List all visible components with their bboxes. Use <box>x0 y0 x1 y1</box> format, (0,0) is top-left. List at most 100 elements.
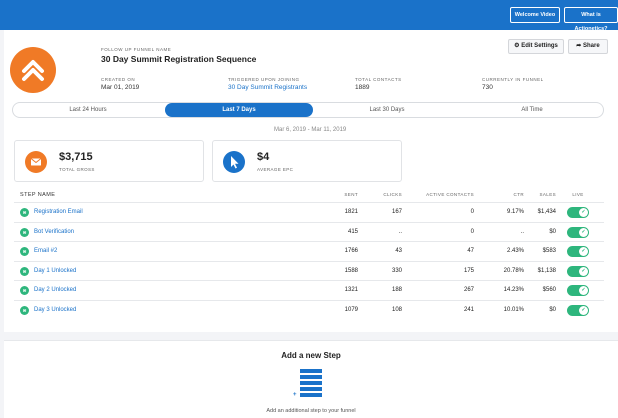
check-icon: ✓ <box>579 305 588 315</box>
check-icon: ✓ <box>579 266 588 276</box>
step-link[interactable]: Day 1 Unlocked <box>34 262 76 281</box>
created-on-value: Mar 01, 2019 <box>101 84 140 91</box>
sales-cell: $1,434 <box>537 209 556 215</box>
envelope-icon <box>25 151 47 173</box>
table-row[interactable]: ✉ Day 2 Unlocked 1321 188 267 14.23% $56… <box>14 280 604 300</box>
clicks-cell: 108 <box>391 306 402 313</box>
edit-settings-button[interactable]: ⚙ Edit Settings <box>508 39 564 54</box>
table-row[interactable]: ✉ Registration Email 1821 167 0 9.17% $1… <box>14 202 604 222</box>
email-step-icon: ✉ <box>20 208 29 217</box>
svg-text:+: + <box>293 392 297 398</box>
active-contacts-cell: 0 <box>470 209 474 215</box>
check-icon: ✓ <box>579 247 588 256</box>
header-step-name: STEP NAME <box>20 192 56 198</box>
ctr-cell: .. <box>520 228 524 235</box>
table-row[interactable]: ✉ Day 1 Unlocked 1588 330 175 20.78% $1,… <box>14 260 604 281</box>
ctr-cell: 20.78% <box>503 267 524 274</box>
active-contacts-cell: 0 <box>470 228 474 235</box>
average-epc-card: $4 AVERAGE EPC <box>212 140 402 182</box>
header-sent: SENT <box>344 192 358 197</box>
date-range-text: Mar 6, 2019 - Mar 11, 2019 <box>274 127 347 133</box>
email-step-icon: ✉ <box>20 247 29 256</box>
live-toggle[interactable]: ✓ <box>567 285 589 296</box>
step-link[interactable]: Day 3 Unlocked <box>34 301 76 320</box>
gear-icon: ⚙ <box>514 43 520 49</box>
welcome-video-button[interactable]: Welcome Video <box>510 7 560 23</box>
sales-cell: $560 <box>542 287 556 293</box>
clicks-cell: 43 <box>395 248 402 254</box>
email-step-icon: ✉ <box>20 266 29 276</box>
average-epc-label: AVERAGE EPC <box>257 167 294 172</box>
total-gross-value: $3,715 <box>59 151 93 163</box>
clicks-cell: 188 <box>391 287 402 293</box>
add-step-subtitle: Add an additional step to your funnel <box>266 408 356 414</box>
email-step-icon: ✉ <box>20 305 29 315</box>
table-row[interactable]: ✉ Day 3 Unlocked 1079 108 241 10.01% $0 … <box>14 299 604 320</box>
sales-cell: $0 <box>549 228 556 235</box>
sales-cell: $1,138 <box>537 267 556 274</box>
tab-last-7-days[interactable]: Last 7 Days <box>165 103 313 117</box>
active-contacts-cell: 47 <box>467 248 474 254</box>
total-contacts-value: 1889 <box>355 84 370 91</box>
live-toggle[interactable]: ✓ <box>567 246 589 257</box>
header-active-contacts: ACTIVE CONTACTS <box>426 192 474 197</box>
date-range-tabs: Last 24 Hours Last 7 Days Last 30 Days A… <box>12 102 604 118</box>
header-live: LIVE <box>572 192 584 197</box>
sales-cell: $0 <box>549 306 556 313</box>
what-is-actionetics-button[interactable]: What is Actionetics? <box>564 7 618 32</box>
sent-cell: 1079 <box>344 306 358 313</box>
check-icon: ✓ <box>579 227 588 237</box>
live-toggle[interactable]: ✓ <box>567 265 589 277</box>
active-contacts-cell: 175 <box>463 267 474 274</box>
step-link[interactable]: Email #2 <box>34 242 57 261</box>
sent-cell: 1321 <box>344 287 358 293</box>
live-toggle[interactable]: ✓ <box>567 207 589 218</box>
ctr-cell: 14.23% <box>503 287 524 293</box>
step-link[interactable]: Registration Email <box>34 203 83 222</box>
table-row[interactable]: ✉ Bot Verification 415 .. 0 .. $0 ✓ <box>14 221 604 242</box>
total-contacts-label: TOTAL CONTACTS <box>355 77 402 82</box>
step-link[interactable]: Day 2 Unlocked <box>34 281 76 300</box>
header-sales: SALES <box>539 192 556 197</box>
sent-cell: 1821 <box>344 209 358 215</box>
add-step-stack-icon[interactable]: + <box>292 367 328 406</box>
sent-cell: 415 <box>347 228 358 235</box>
tab-last-24-hours[interactable]: Last 24 Hours <box>13 103 163 117</box>
check-icon: ✓ <box>579 286 588 295</box>
trigger-link[interactable]: 30 Day Summit Registrants <box>228 84 307 91</box>
total-gross-label: TOTAL GROSS <box>59 167 95 172</box>
double-chevron-up-icon <box>10 47 56 93</box>
table-row[interactable]: ✉ Email #2 1766 43 47 2.43% $583 ✓ <box>14 241 604 261</box>
tab-all-time[interactable]: All Time <box>461 103 603 117</box>
add-step-title: Add a new Step <box>281 351 341 360</box>
add-step-panel[interactable]: Add a new Step + Add an additional step … <box>4 340 618 418</box>
check-icon: ✓ <box>579 208 588 217</box>
cursor-icon <box>223 151 245 173</box>
total-gross-card: $3,715 TOTAL GROSS <box>14 140 204 182</box>
top-bar: Welcome Video What is Actionetics? <box>0 0 618 32</box>
currently-in-funnel-value: 730 <box>482 84 493 91</box>
tab-last-30-days[interactable]: Last 30 Days <box>313 103 461 117</box>
share-icon: ➦ <box>576 43 582 49</box>
ctr-cell: 9.17% <box>506 209 524 215</box>
header-ctr: CTR <box>513 192 524 197</box>
live-toggle[interactable]: ✓ <box>567 304 589 316</box>
sent-cell: 1766 <box>344 248 358 254</box>
share-label: Share <box>583 43 600 49</box>
clicks-cell: 167 <box>391 209 402 215</box>
header-clicks: CLICKS <box>383 192 402 197</box>
sent-cell: 1588 <box>344 267 358 274</box>
ctr-cell: 10.01% <box>503 306 524 313</box>
trigger-label: TRIGGERED UPON JOINING <box>228 77 300 82</box>
clicks-cell: .. <box>398 228 402 235</box>
live-toggle[interactable]: ✓ <box>567 226 589 238</box>
active-contacts-cell: 267 <box>463 287 474 293</box>
funnel-name-label: FOLLOW UP FUNNEL NAME <box>101 47 172 52</box>
created-on-label: CREATED ON <box>101 77 136 82</box>
email-step-icon: ✉ <box>20 227 29 237</box>
step-link[interactable]: Bot Verification <box>34 223 74 242</box>
sales-cell: $583 <box>542 248 556 254</box>
share-button[interactable]: ➦ Share <box>568 39 608 54</box>
average-epc-value: $4 <box>257 151 270 163</box>
edit-settings-label: Edit Settings <box>521 43 558 49</box>
